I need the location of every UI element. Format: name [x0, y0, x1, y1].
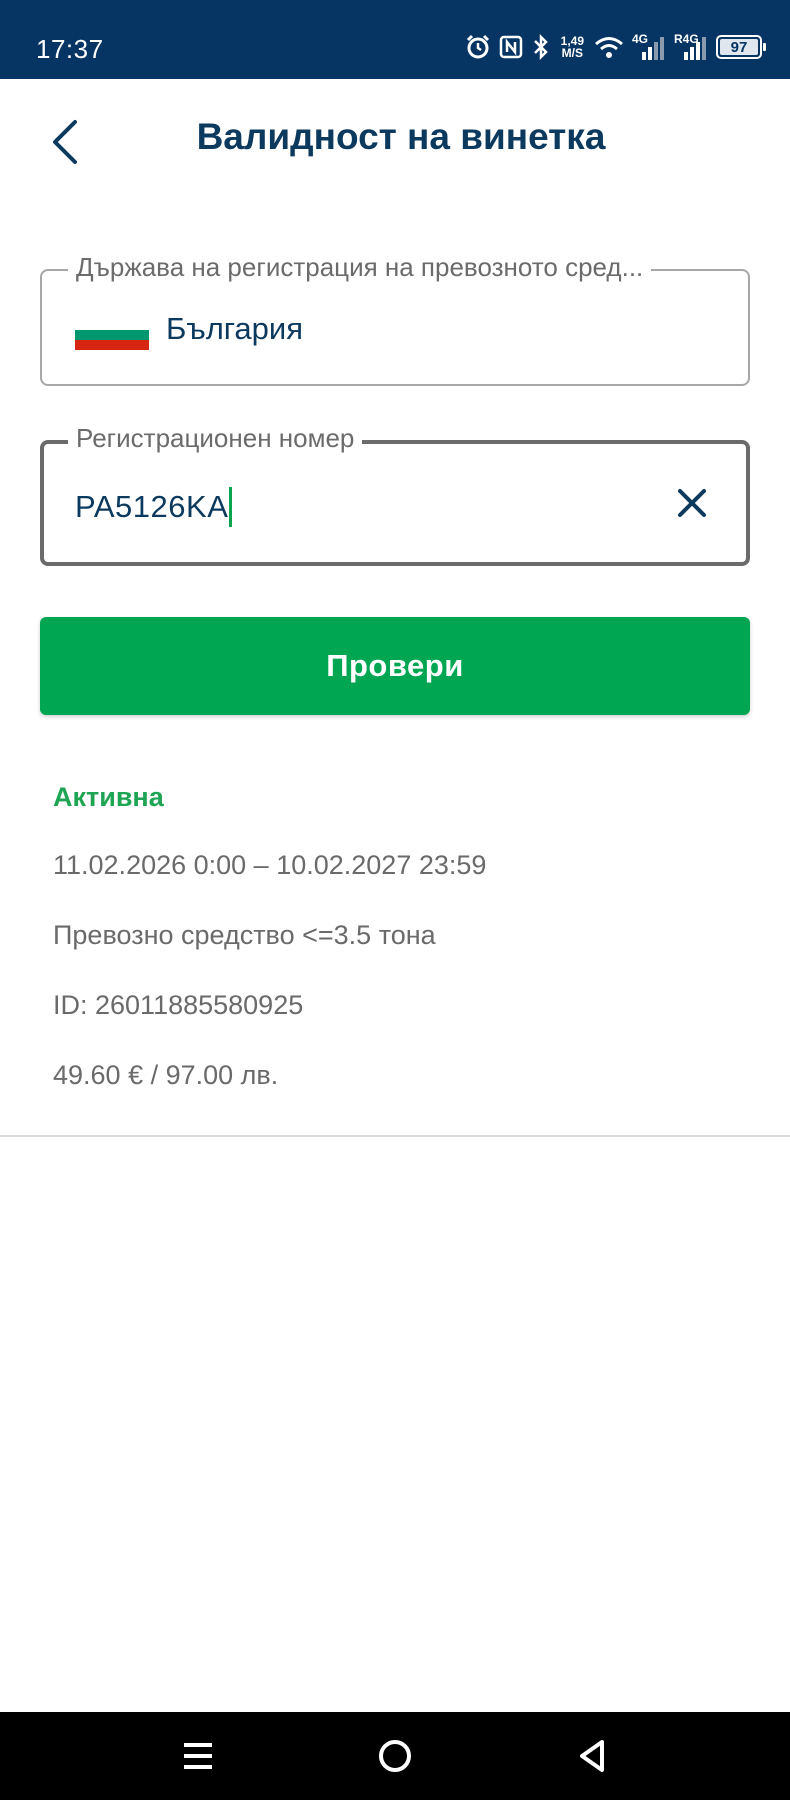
vehicle-category: Превозно средство <=3.5 тона	[53, 920, 436, 950]
status-bar: 17:37 1,49 M/S 4G R4G 97	[0, 0, 790, 79]
country-label: Държава на регистрация на превозното сре…	[68, 252, 652, 283]
speed-unit: M/S	[561, 46, 583, 60]
home-circle-icon	[379, 1740, 411, 1772]
registration-number-input[interactable]: PA5126KA	[75, 487, 233, 527]
clear-input-button[interactable]	[672, 483, 712, 523]
bluetooth-icon	[533, 34, 548, 60]
vignette-result: Активна 11.02.2026 0:00 – 10.02.2027 23:…	[53, 782, 486, 1129]
vignette-price: 49.60 € / 97.00 лв.	[53, 1060, 279, 1090]
status-badge: Активна	[53, 782, 164, 812]
country-select[interactable]: Държава на регистрация на превозното сре…	[40, 252, 750, 386]
nfc-icon	[499, 35, 522, 59]
battery-icon: 97	[716, 35, 766, 59]
alarm-icon	[466, 34, 489, 59]
system-nav-bar	[0, 1712, 790, 1800]
recents-button[interactable]	[176, 1734, 220, 1778]
back-nav-button[interactable]	[570, 1734, 614, 1778]
divider	[0, 1135, 790, 1137]
home-button[interactable]	[373, 1734, 417, 1778]
back-triangle-icon	[580, 1740, 604, 1772]
menu-icon	[184, 1743, 212, 1769]
vignette-id: ID: 26011885580925	[53, 990, 304, 1020]
check-button[interactable]: Провери	[40, 617, 750, 715]
registration-number-label: Регистрационен номер	[68, 423, 363, 454]
bulgaria-flag-icon	[75, 320, 149, 350]
registration-number-field[interactable]: Регистрационен номер PA5126KA	[40, 423, 750, 566]
page-title: Валидност на винетка	[196, 116, 606, 157]
signal-icon: 4G	[632, 32, 666, 62]
close-icon	[678, 489, 706, 517]
text-caret	[229, 487, 233, 527]
signal-icon: R4G	[674, 32, 708, 62]
wifi-icon	[595, 37, 623, 58]
battery-level: 97	[730, 38, 748, 56]
network-speed: 1,49 M/S	[561, 35, 584, 59]
status-icons: 1,49 M/S 4G R4G 97	[465, 30, 766, 64]
country-value: България	[166, 311, 304, 346]
registration-number-value: PA5126KA	[75, 489, 229, 524]
validity-period: 11.02.2026 0:00 – 10.02.2027 23:59	[53, 850, 487, 880]
status-time: 17:37	[36, 34, 104, 64]
